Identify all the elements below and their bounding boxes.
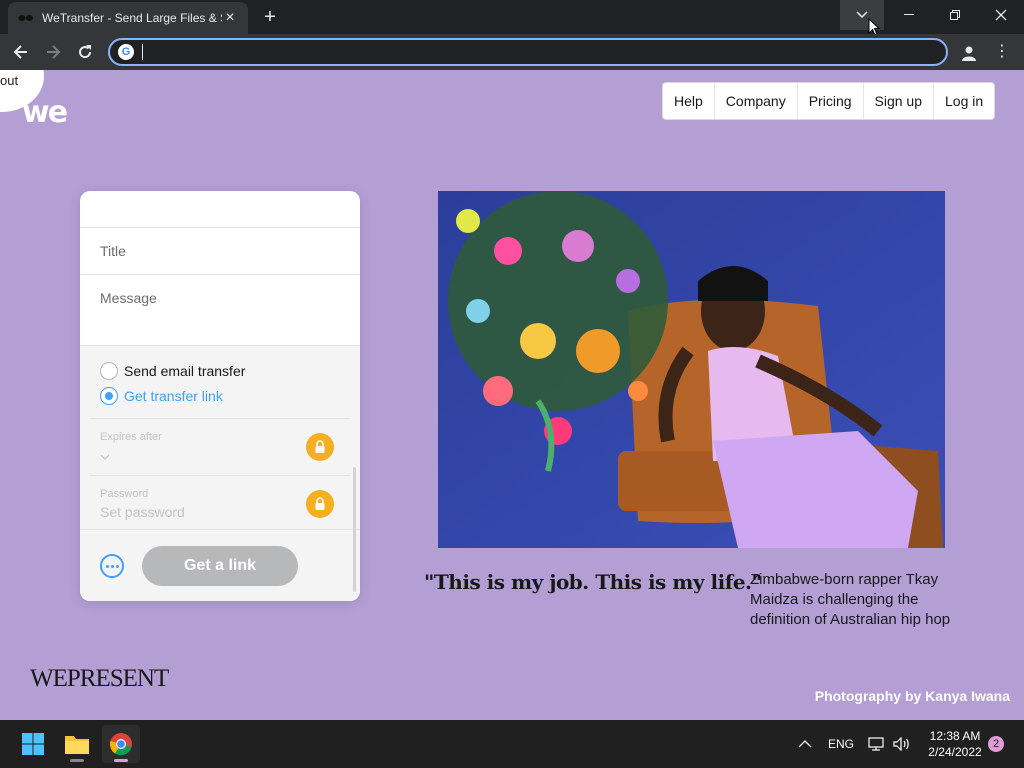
google-icon: G	[118, 44, 134, 60]
get-link-button[interactable]: Get a link	[142, 546, 298, 586]
password-field[interactable]: Password Set password	[90, 475, 350, 532]
feature-photo[interactable]	[438, 191, 945, 548]
feature-blurb[interactable]: Zimbabwe-born rapper Tkay Maidza is chal…	[750, 570, 980, 630]
text-caret	[142, 44, 143, 60]
email-field[interactable]	[80, 191, 360, 228]
browser-menu-icon[interactable]: ⋮	[992, 42, 1012, 62]
radio-send-email[interactable]: Send email transfer	[80, 358, 360, 383]
forward-arrow-icon[interactable]	[40, 40, 66, 64]
nav-sign-up[interactable]: Sign up	[864, 83, 934, 119]
profile-icon[interactable]	[958, 42, 980, 64]
lock-icon[interactable]	[306, 433, 334, 461]
reload-icon[interactable]	[72, 40, 98, 64]
restore-button[interactable]	[932, 0, 978, 30]
wepresent-logo[interactable]: WEPRESENT	[30, 665, 169, 693]
network-icon[interactable]	[868, 720, 886, 768]
tab-close-icon[interactable]: ×	[222, 9, 238, 27]
browser-tab[interactable]: WeTransfer - Send Large Files & Sh ×	[8, 2, 248, 34]
file-explorer-icon[interactable]	[58, 725, 96, 763]
back-arrow-icon[interactable]	[8, 40, 34, 64]
wetransfer-page: out we Help Company Pricing Sign up Log …	[0, 70, 1024, 720]
feature-quote[interactable]: "This is my job. This is my life."	[424, 570, 762, 594]
clock-time: 12:38 AM	[929, 729, 981, 743]
new-tab-button[interactable]: +	[258, 6, 282, 28]
notification-badge[interactable]: 2	[988, 736, 1004, 752]
radio-get-link[interactable]: Get transfer link	[80, 383, 360, 408]
start-icon[interactable]	[14, 725, 52, 763]
transfer-panel: Title Message Send email transfer Get tr…	[80, 191, 360, 601]
tab-title: WeTransfer - Send Large Files & Sh	[42, 11, 222, 25]
clock-date: 2/24/2022	[928, 745, 982, 759]
transfer-options: Send email transfer Get transfer link Ex…	[80, 346, 360, 601]
address-bar[interactable]: G	[108, 38, 948, 66]
more-options-icon[interactable]	[100, 554, 124, 578]
nav-help[interactable]: Help	[663, 83, 715, 119]
volume-icon[interactable]	[893, 720, 911, 768]
nav-company[interactable]: Company	[715, 83, 798, 119]
browser-titlebar: WeTransfer - Send Large Files & Sh × +	[0, 0, 1024, 36]
panel-footer: Get a link	[80, 529, 360, 601]
chrome-taskbar-icon[interactable]	[102, 725, 140, 763]
windows-taskbar: ENG 12:38 AM 2/24/2022 2	[0, 720, 1024, 768]
message-field[interactable]: Message	[80, 275, 360, 346]
photo-credit: Photography by Kanya Iwana	[814, 688, 1010, 704]
lock-icon[interactable]	[306, 490, 334, 518]
wetransfer-logo[interactable]: we	[22, 95, 68, 130]
url-input[interactable]	[145, 44, 946, 60]
nav-pricing[interactable]: Pricing	[798, 83, 864, 119]
expires-after-select[interactable]: Expires after	[90, 418, 350, 475]
nav-log-in[interactable]: Log in	[934, 83, 994, 119]
title-field[interactable]: Title	[80, 228, 360, 275]
radio-get-link-label: Get transfer link	[124, 387, 223, 404]
chevron-up-icon[interactable]	[798, 720, 812, 768]
top-navigation: Help Company Pricing Sign up Log in	[662, 82, 996, 120]
about-label[interactable]: out	[0, 73, 18, 88]
radio-button-selected[interactable]	[100, 386, 118, 405]
radio-send-email-label: Send email transfer	[124, 362, 246, 379]
browser-toolbar: G ⋮	[0, 34, 1024, 70]
wetransfer-favicon-icon	[18, 10, 34, 26]
minimize-button[interactable]	[886, 0, 932, 30]
panel-scrollbar[interactable]	[353, 467, 356, 592]
language-indicator[interactable]: ENG	[828, 720, 854, 768]
close-window-button[interactable]	[978, 0, 1024, 30]
system-clock[interactable]: 12:38 AM 2/24/2022	[920, 728, 990, 760]
radio-button[interactable]	[100, 361, 118, 380]
